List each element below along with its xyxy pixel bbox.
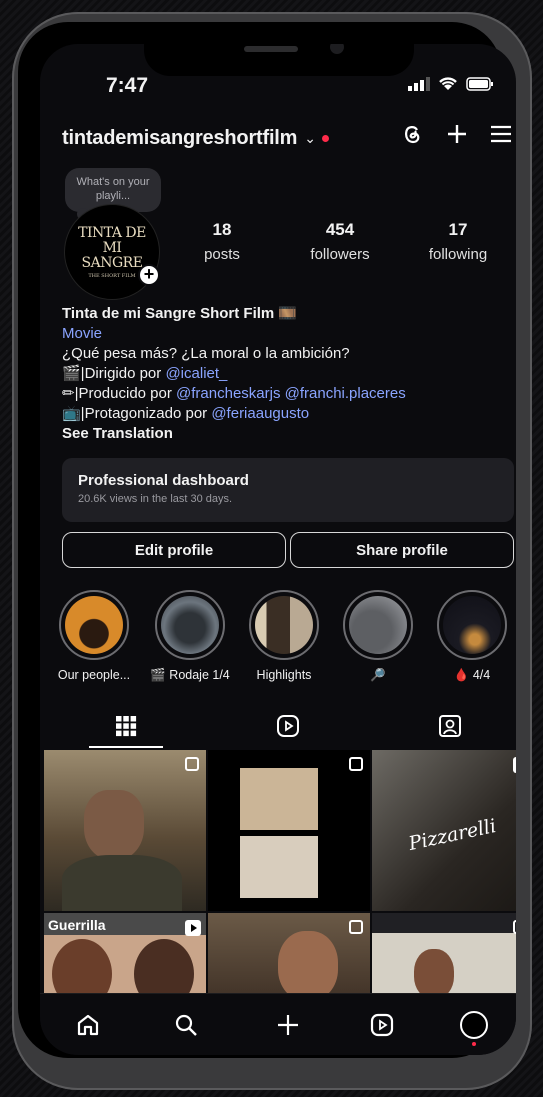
highlight-item[interactable]: Our people... (54, 590, 134, 682)
search-icon[interactable] (166, 1008, 206, 1042)
carousel-icon (513, 920, 516, 934)
profile-bio: Tinta de mi Sangre Short Film 🎞️ Movie ¿… (62, 304, 502, 444)
carousel-icon (185, 757, 199, 771)
tagged-icon (439, 715, 461, 737)
content-tabs (40, 704, 516, 748)
carousel-icon (349, 920, 363, 934)
grid-post[interactable]: Pizzarelli (372, 750, 516, 911)
status-bar: 7:47 (40, 74, 516, 98)
highlight-item[interactable]: 🩸 4/4 (432, 590, 512, 683)
tab-tagged[interactable] (410, 704, 490, 748)
add-story-button[interactable]: + (138, 264, 160, 286)
chevron-down-icon[interactable]: ⌄ (304, 130, 316, 147)
notch (144, 44, 414, 76)
bio-line: ¿Qué pesa más? ¿La moral o la ambición? (62, 345, 350, 362)
highlight-item[interactable]: 🔎 (338, 590, 418, 683)
highlight-item[interactable]: 🎬 Rodaje 1/4 (150, 590, 230, 683)
tab-grid[interactable] (86, 704, 166, 748)
edit-profile-button[interactable]: Edit profile (62, 532, 286, 568)
bio-line: 🎬|Dirigido por @icaliet_ (62, 365, 228, 382)
grid-icon (116, 716, 137, 737)
battery-icon (466, 76, 493, 91)
followers-count[interactable]: 454 followers (298, 220, 382, 263)
reels-icon (277, 715, 299, 737)
create-plus-icon[interactable] (446, 123, 468, 145)
reel-icon (185, 920, 201, 936)
threads-icon[interactable] (400, 122, 424, 146)
home-icon[interactable] (68, 1008, 108, 1042)
avatar-logo-subtitle: THE SHORT FILM (88, 272, 136, 279)
reels-icon[interactable] (362, 1008, 402, 1042)
tab-reels[interactable] (248, 704, 328, 748)
active-tab-indicator (89, 746, 163, 748)
see-translation-link[interactable]: See Translation (62, 424, 502, 444)
highlight-item[interactable]: Highlights (244, 590, 324, 682)
app-screen: 7:47 tintademisangreshortfilm ⌄ What's o… (40, 44, 516, 1055)
profile-avatar[interactable] (454, 1008, 494, 1046)
display-name: Tinta de mi Sangre Short Film 🎞️ (62, 305, 298, 322)
grid-post[interactable] (208, 750, 370, 911)
mention-link[interactable]: @feriaaugusto (211, 405, 309, 422)
bio-line: ✏|Producido por @francheskarjs @franchi.… (62, 385, 406, 402)
username-switcher[interactable]: tintademisangreshortfilm (62, 127, 297, 150)
dashboard-subtitle: 20.6K views in the last 30 days. (78, 493, 233, 505)
create-icon[interactable] (268, 1008, 308, 1042)
mention-link[interactable]: @francheskarjs @franchi.placeres (176, 385, 406, 402)
category-label: Movie (62, 325, 103, 342)
grid-post[interactable] (44, 750, 206, 911)
notification-dot (321, 134, 329, 142)
reel-icon (513, 757, 516, 773)
dashboard-title: Professional dashboard (78, 472, 249, 489)
carousel-icon (349, 757, 363, 771)
signal-icon (408, 76, 430, 91)
share-profile-button[interactable]: Share profile (290, 532, 514, 568)
wifi-icon (439, 77, 457, 90)
bottom-nav (40, 993, 516, 1055)
profile-header: tintademisangreshortfilm ⌄ (62, 122, 516, 154)
professional-dashboard[interactable]: Professional dashboard 20.6K views in th… (62, 458, 514, 522)
mention-link[interactable]: @icaliet_ (165, 365, 227, 382)
posts-count[interactable]: 18 posts (192, 220, 252, 263)
menu-icon[interactable] (490, 124, 512, 144)
avatar-logo-title: TINTA DE MI SANGRE (78, 224, 146, 271)
post-sign-text: Guerrilla (48, 917, 106, 933)
clock: 7:47 (106, 74, 149, 97)
following-count[interactable]: 17 following (418, 220, 498, 263)
bio-line: 📺|Protagonizado por @feriaaugusto (62, 405, 310, 422)
post-caption: Pizzarelli (406, 815, 499, 855)
